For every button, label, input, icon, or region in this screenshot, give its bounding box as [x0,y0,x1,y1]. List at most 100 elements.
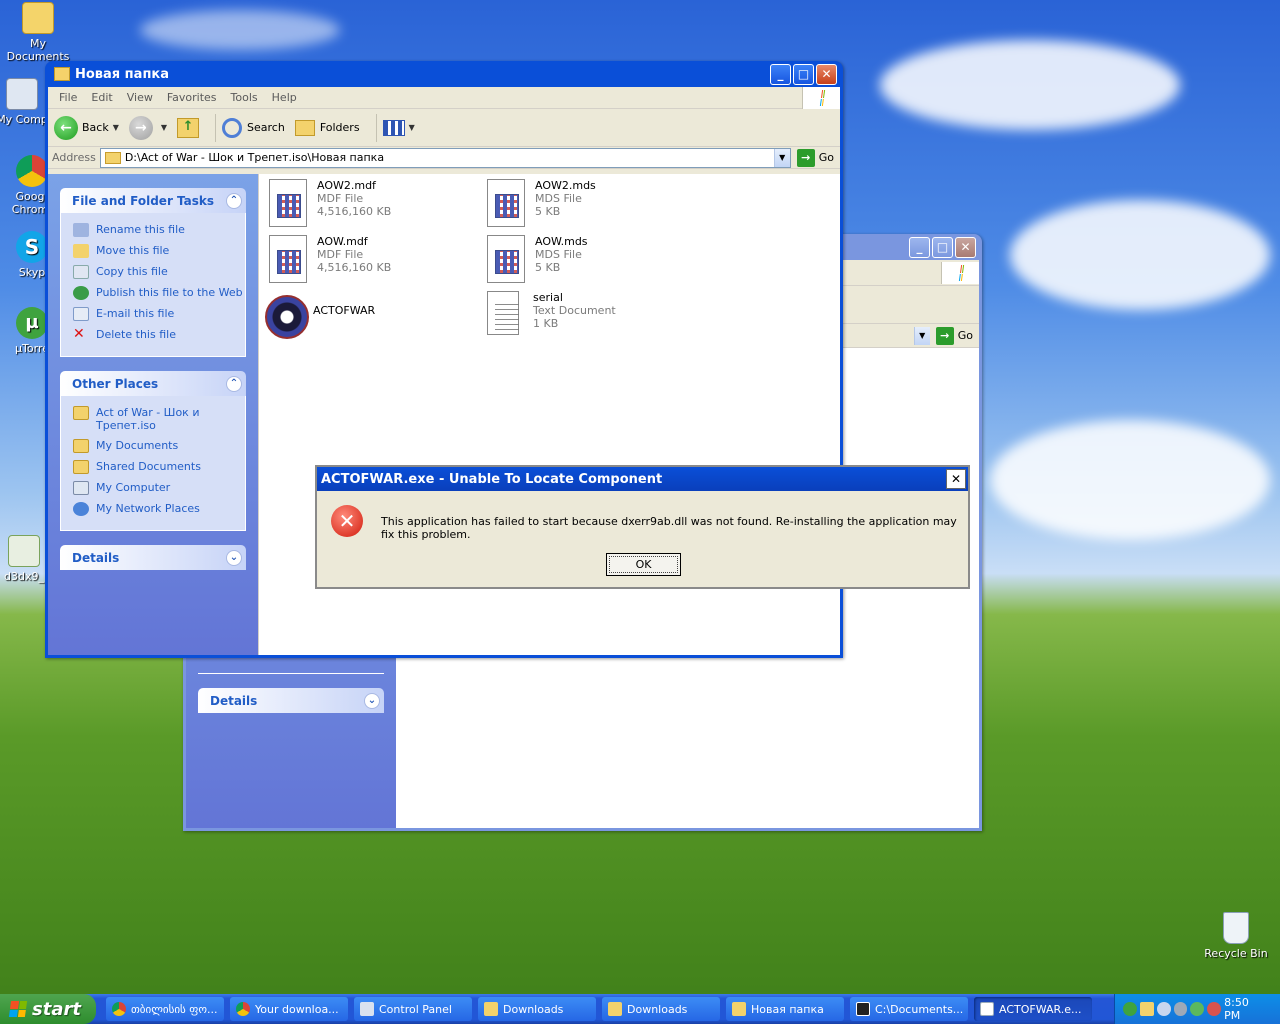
task-publish[interactable]: Publish this file to the Web [73,286,245,300]
dropdown-arrow-icon[interactable]: ▼ [113,123,119,132]
views-button[interactable]: ▼ [382,119,415,136]
desktop-icon-recycle-bin[interactable]: Recycle Bin [1198,912,1274,960]
task-copy[interactable]: Copy this file [73,265,245,279]
minimize-button[interactable]: _ [909,236,930,258]
computer-icon [6,78,38,110]
address-dropdown-icon[interactable]: ▼ [773,148,790,167]
folder-icon [22,2,54,34]
file-item[interactable]: ACTOFWAR [265,291,475,339]
menu-edit[interactable]: Edit [84,91,119,104]
go-arrow-icon: → [935,326,954,345]
error-icon: ✕ [331,505,363,537]
minimize-button[interactable]: _ [770,63,791,85]
taskbar-item[interactable]: Your downloa... [230,997,348,1021]
move-icon [73,244,89,258]
start-button[interactable]: start [0,994,96,1024]
menu-favorites[interactable]: Favorites [160,91,224,104]
back-button[interactable]: ← Back ▼ [54,115,119,140]
collapse-chevron-icon[interactable]: ⌃ [226,375,242,392]
taskbar-item[interactable]: C:\Documents... [850,997,968,1021]
file-item[interactable]: AOW.mdf MDF File 4,516,160 KB [269,235,479,283]
taskbar-item[interactable]: თბილისის ფო... [106,997,224,1021]
up-folder-button[interactable]: ↑ [177,117,200,138]
publish-web-icon [73,286,89,300]
network-tray-icon[interactable] [1156,1002,1171,1016]
file-item[interactable]: AOW2.mdf MDF File 4,516,160 KB [269,179,479,227]
address-input[interactable]: D:\Act of War - Шок и Трепет.iso\Новая п… [99,147,791,168]
forward-arrow-icon: → [128,115,153,140]
cloud [1010,200,1270,310]
volume-tray-icon[interactable] [1173,1002,1188,1016]
collapse-chevron-icon[interactable]: ⌃ [226,192,242,209]
place-network[interactable]: My Network Places [73,502,245,516]
control-panel-icon [360,1002,374,1016]
title-bar[interactable]: Новая папка _ □ ✕ [48,61,840,87]
folders-button[interactable]: Folders [294,119,360,136]
menu-bar: File Edit View Favorites Tools Help [48,86,840,109]
dialog-title-bar[interactable]: ACTOFWAR.exe - Unable To Locate Componen… [317,467,968,491]
delete-icon: ✕ [73,326,85,342]
other-places-panel: Other Places ⌃ Act of War - Шок и Трепет… [60,371,246,531]
search-button[interactable]: Search [222,117,285,138]
utorrent-tray-icon[interactable] [1123,1002,1137,1016]
place-my-computer[interactable]: My Computer [73,481,245,495]
taskbar-item[interactable]: Downloads [602,997,720,1021]
task-email[interactable]: E-mail this file [73,307,245,321]
menu-tools[interactable]: Tools [224,91,265,104]
menu-help[interactable]: Help [265,91,304,104]
close-button[interactable]: ✕ [946,469,966,489]
text-document-icon [487,291,519,335]
folders-icon [294,119,315,136]
views-icon [382,119,405,136]
antivirus-tray-icon[interactable] [1207,1002,1222,1016]
folder-tray-icon[interactable] [1139,1002,1154,1016]
panel-header[interactable]: File and Folder Tasks ⌃ [60,188,246,213]
panel-header[interactable]: Details ⌄ [60,545,246,570]
place-shared-documents[interactable]: Shared Documents [73,460,245,474]
menu-file[interactable]: File [52,91,84,104]
close-button[interactable]: ✕ [955,236,976,258]
expand-chevron-icon[interactable]: ⌄ [364,692,380,709]
task-rename[interactable]: Rename this file [73,223,245,237]
task-delete[interactable]: ✕ Delete this file [73,326,245,342]
toolbar: ← Back ▼ → ▼ ↑ Search Folders ▼ [48,109,840,147]
error-dialog[interactable]: ACTOFWAR.exe - Unable To Locate Componen… [315,465,970,589]
expand-chevron-icon[interactable]: ⌄ [226,549,242,566]
search-icon [222,117,243,138]
chrome-icon [112,1002,126,1016]
address-dropdown-icon[interactable]: ▼ [913,326,930,345]
taskbar-item[interactable]: Downloads [478,997,596,1021]
email-icon [73,307,89,321]
dropdown-arrow-icon[interactable]: ▼ [161,123,167,132]
taskbar-item[interactable]: Новая папка [726,997,844,1021]
file-item[interactable]: AOW.mds MDS File 5 KB [487,235,697,283]
go-button[interactable]: → Go [935,326,973,345]
taskbar-item[interactable]: Control Panel [354,997,472,1021]
maximize-button[interactable]: □ [793,63,814,85]
game-executable-icon [265,291,309,339]
nvidia-tray-icon[interactable] [1190,1002,1205,1016]
details-panel-header[interactable]: Details ⌄ [198,688,384,713]
clock[interactable]: 8:50 PM [1224,996,1268,1022]
address-bar: Address D:\Act of War - Шок и Трепет.iso… [48,147,840,169]
ok-button[interactable]: OK [606,553,681,576]
place-parent-folder[interactable]: Act of War - Шок и Трепет.iso [73,406,245,432]
go-arrow-icon: → [796,148,815,167]
go-button[interactable]: → Go [796,148,834,167]
place-my-documents[interactable]: My Documents [73,439,245,453]
file-item[interactable]: serial Text Document 1 KB [487,291,697,335]
taskbar-item[interactable]: ACTOFWAR.e... [974,997,1092,1021]
panel-header[interactable]: Other Places ⌃ [60,371,246,396]
chrome-icon [236,1002,250,1016]
close-button[interactable]: ✕ [816,63,837,85]
file-item[interactable]: AOW2.mds MDS File 5 KB [487,179,697,227]
details-panel: Details ⌄ [60,545,246,570]
forward-button[interactable]: → ▼ [128,115,167,140]
maximize-button[interactable]: □ [932,236,953,258]
up-folder-icon: ↑ [177,117,200,138]
desktop-icon-my-documents[interactable]: My Documents [0,2,76,63]
menu-view[interactable]: View [120,91,160,104]
task-move[interactable]: Move this file [73,244,245,258]
folder-icon [104,151,121,164]
dropdown-arrow-icon[interactable]: ▼ [409,123,415,132]
